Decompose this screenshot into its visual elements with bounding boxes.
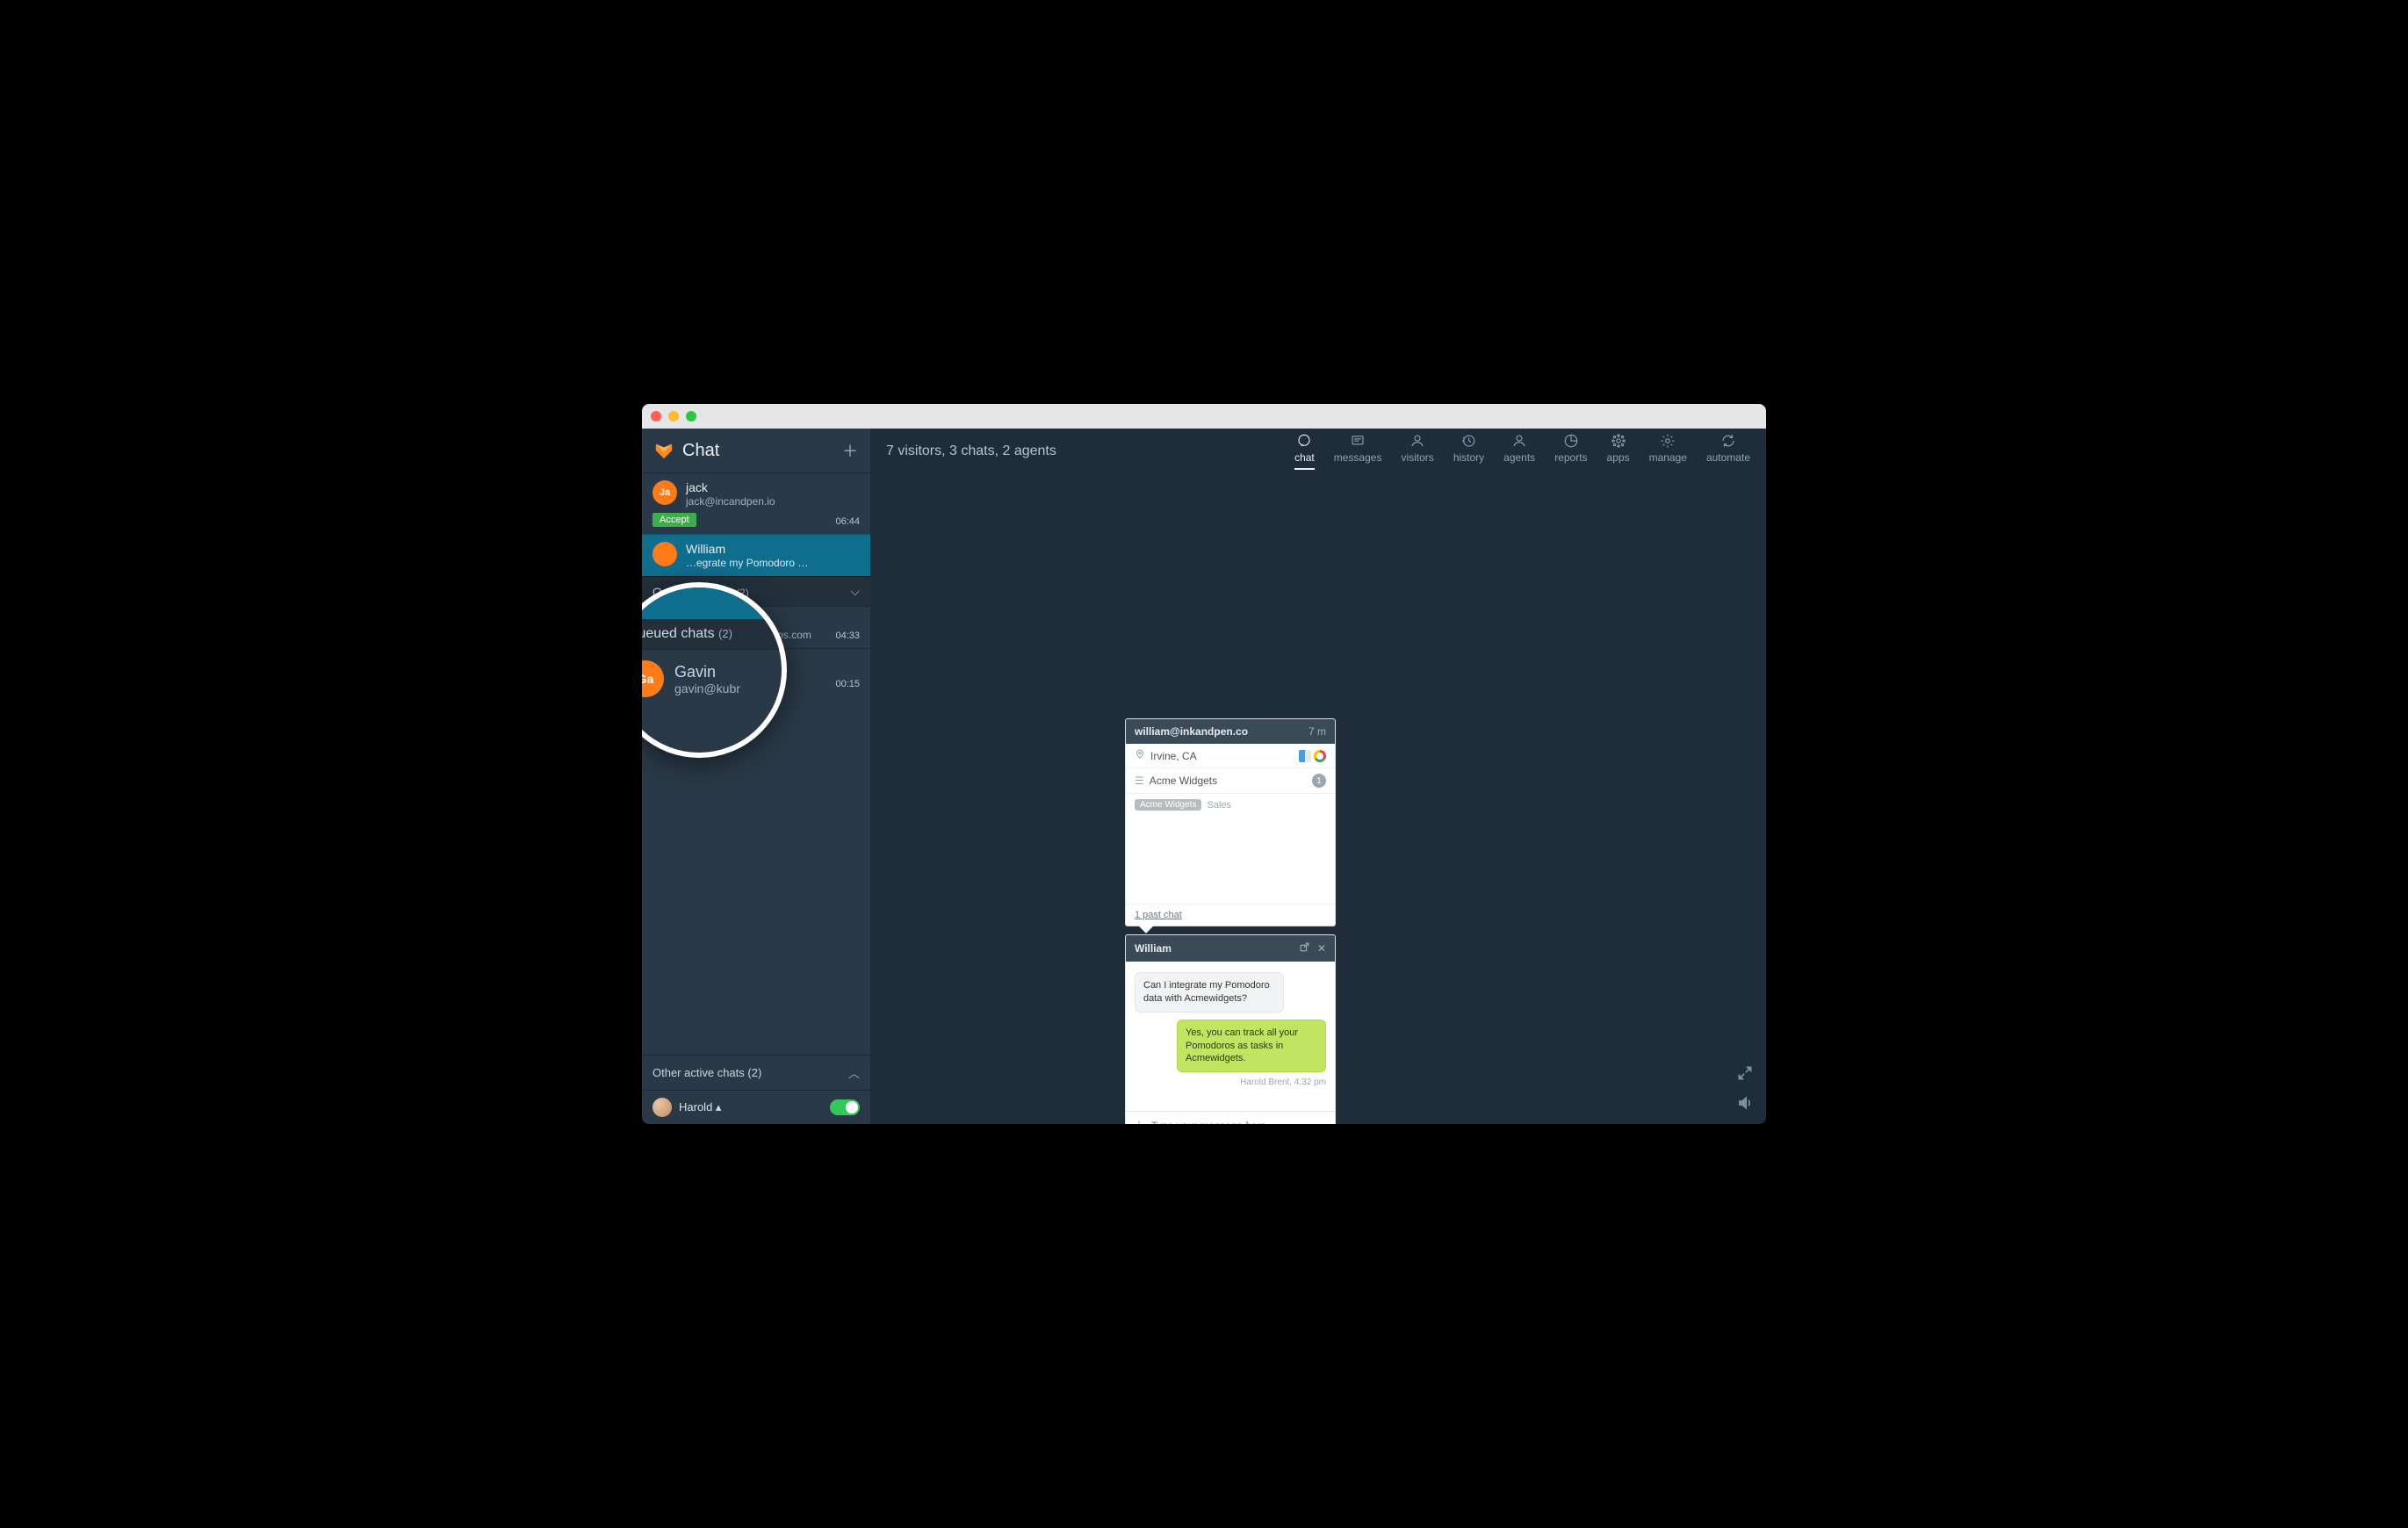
message-incoming: Can I integrate my Pomodoro data with Ac… bbox=[1135, 972, 1284, 1013]
avatar bbox=[652, 542, 677, 566]
tag-label: Sales bbox=[1207, 800, 1231, 811]
sidebar: Chat ＋ Ja jack jack@incandpen.io Accept … bbox=[642, 429, 870, 1124]
new-chat-button[interactable]: ＋ bbox=[842, 439, 858, 462]
other-active-chats-header[interactable]: Other active chats (2) ︿ bbox=[642, 1055, 870, 1090]
expand-icon[interactable] bbox=[1736, 1064, 1754, 1082]
chevron-up-icon: ︿ bbox=[848, 1064, 860, 1081]
summary-text: 7 visitors, 3 chats, 2 agents bbox=[886, 443, 1294, 459]
nav-apps[interactable]: apps bbox=[1607, 433, 1630, 470]
window-minimize-dot[interactable] bbox=[668, 411, 679, 422]
caret-up-icon: ▴ bbox=[716, 1100, 722, 1114]
browser-icon bbox=[1314, 750, 1326, 762]
nav-messages[interactable]: messages bbox=[1334, 433, 1382, 470]
visit-count-badge: 1 bbox=[1312, 774, 1326, 788]
nav-reports[interactable]: reports bbox=[1554, 433, 1587, 470]
agent-name: Harold bbox=[679, 1100, 712, 1114]
conversation-title: William bbox=[1135, 942, 1172, 955]
attach-button[interactable]: ＋ bbox=[1133, 1117, 1145, 1124]
avatar: Ga bbox=[642, 660, 664, 697]
app-window: Chat ＋ Ja jack jack@incandpen.io Accept … bbox=[642, 404, 1766, 1124]
visitor-location: Irvine, CA bbox=[1150, 750, 1197, 762]
window-close-dot[interactable] bbox=[651, 411, 661, 422]
location-pin-icon bbox=[1135, 749, 1145, 762]
nav-chat[interactable]: chat bbox=[1294, 433, 1315, 470]
chat-item-william[interactable]: William …egrate my Pomodoro … bbox=[642, 534, 870, 576]
nav-visitors[interactable]: visitors bbox=[1401, 433, 1433, 470]
tag-chip[interactable]: Acme Widgets bbox=[1135, 799, 1201, 811]
volume-icon[interactable] bbox=[1736, 1094, 1754, 1112]
message-meta: Harold Brent, 4:32 pm bbox=[1240, 1078, 1326, 1087]
list-icon: ☰ bbox=[1135, 775, 1144, 787]
visitor-email: william@inkandpen.co bbox=[1135, 725, 1248, 738]
agent-avatar bbox=[652, 1098, 672, 1117]
visitor-age: 7 m bbox=[1309, 725, 1326, 738]
agent-status-row[interactable]: Harold ▴ bbox=[642, 1090, 870, 1124]
chat-item-jack[interactable]: Ja jack jack@incandpen.io Accept 06:44 bbox=[642, 472, 870, 534]
visitor-panel: william@inkandpen.co 7 m Irvine, CA bbox=[1125, 718, 1336, 1124]
sidebar-title: Chat bbox=[682, 441, 833, 461]
chat-name: Gavin bbox=[674, 663, 740, 681]
message-input[interactable] bbox=[1150, 1120, 1328, 1124]
chevron-down-icon: ⌵ bbox=[850, 584, 860, 599]
window-zoom-dot[interactable] bbox=[686, 411, 696, 422]
visitor-org: Acme Widgets bbox=[1150, 775, 1217, 787]
popout-icon[interactable] bbox=[1299, 941, 1310, 955]
topbar: 7 visitors, 3 chats, 2 agents chat messag… bbox=[870, 429, 1766, 474]
app-logo-icon bbox=[654, 441, 674, 460]
zoom-callout: Queued chats (2) ⌵ Ga Gavin gavin@kubr bbox=[642, 582, 787, 758]
visitor-info-card: william@inkandpen.co 7 m Irvine, CA bbox=[1125, 718, 1336, 926]
accept-button[interactable]: Accept bbox=[652, 513, 696, 527]
section-count: (2) bbox=[718, 627, 732, 640]
chat-time: 00:15 bbox=[835, 679, 860, 689]
chat-subtext: jack@incandpen.io bbox=[686, 495, 775, 508]
nav-agents[interactable]: agents bbox=[1503, 433, 1535, 470]
section-count: (2) bbox=[747, 1066, 761, 1079]
avatar: Ja bbox=[652, 480, 677, 505]
os-icon bbox=[1299, 750, 1311, 762]
section-label: Other active chats bbox=[652, 1066, 745, 1079]
close-icon[interactable]: ✕ bbox=[1317, 942, 1326, 955]
chat-subtext: gavin@kubr bbox=[674, 681, 740, 696]
online-toggle[interactable] bbox=[830, 1099, 860, 1115]
chat-time: 04:33 bbox=[835, 631, 860, 641]
nav-manage[interactable]: manage bbox=[1649, 433, 1687, 470]
chat-name: William bbox=[686, 542, 808, 556]
past-chat-link[interactable]: 1 past chat bbox=[1126, 904, 1335, 926]
chat-time: 06:44 bbox=[835, 516, 860, 527]
sidebar-header: Chat ＋ bbox=[642, 429, 870, 472]
main-area: 7 visitors, 3 chats, 2 agents chat messag… bbox=[870, 429, 1766, 1124]
nav-history[interactable]: history bbox=[1453, 433, 1484, 470]
chat-subtext: …egrate my Pomodoro … bbox=[686, 557, 808, 569]
top-nav: chat messages visitors history agents reports… bbox=[1294, 433, 1750, 470]
chat-name: jack bbox=[686, 480, 775, 494]
mac-titlebar bbox=[642, 404, 1766, 429]
nav-automate[interactable]: automate bbox=[1706, 433, 1750, 470]
message-outgoing: Yes, you can track all your Pomodoros as… bbox=[1177, 1020, 1326, 1073]
conversation-card: William ✕ Can I integrate my Pomodoro da… bbox=[1125, 934, 1336, 1124]
section-label: Queued chats bbox=[642, 626, 715, 641]
